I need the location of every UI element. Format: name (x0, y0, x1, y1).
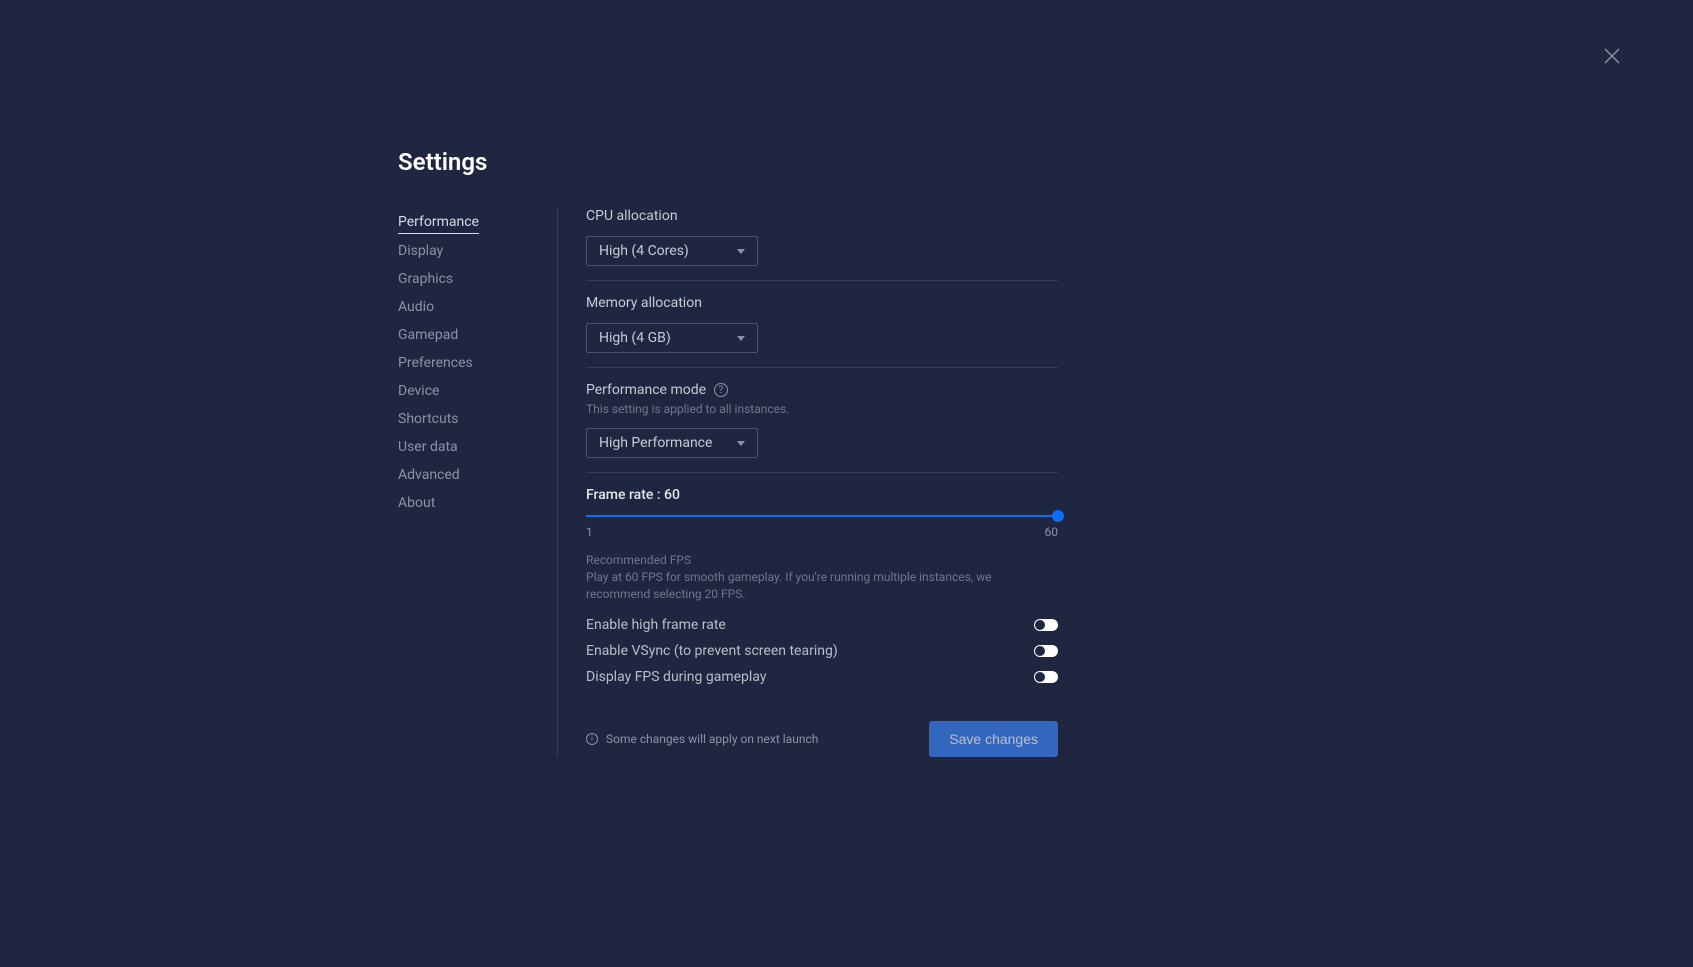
perfmode-label-text: Performance mode (586, 382, 706, 398)
sidebar-item-shortcuts[interactable]: Shortcuts (398, 405, 537, 433)
toggle-knob (1035, 620, 1045, 630)
sidebar-item-display[interactable]: Display (398, 237, 537, 265)
sidebar-item-about[interactable]: About (398, 489, 537, 517)
page-title: Settings (398, 148, 1058, 176)
memory-dropdown-value: High (4 GB) (599, 330, 671, 346)
perfmode-section: Performance mode ? This setting is appli… (586, 382, 1058, 473)
toggle-row-vsync: Enable VSync (to prevent screen tearing) (586, 643, 1058, 659)
perfmode-label: Performance mode ? (586, 382, 1058, 398)
chevron-down-icon (737, 441, 745, 446)
framerate-label: Frame rate : 60 (586, 487, 1058, 503)
toggle-label-display-fps: Display FPS during gameplay (586, 669, 766, 685)
memory-dropdown[interactable]: High (4 GB) (586, 323, 758, 353)
sidebar-item-performance[interactable]: Performance (398, 208, 479, 234)
perfmode-dropdown-value: High Performance (599, 435, 712, 451)
framerate-slider[interactable] (586, 515, 1058, 517)
slider-range-labels: 1 60 (586, 525, 1058, 539)
slider-thumb[interactable] (1052, 510, 1064, 522)
save-button[interactable]: Save changes (929, 721, 1058, 757)
toggle-high-frame[interactable] (1034, 619, 1058, 631)
sidebar-item-advanced[interactable]: Advanced (398, 461, 537, 489)
footer: i Some changes will apply on next launch… (586, 721, 1058, 757)
cpu-label: CPU allocation (586, 208, 1058, 224)
sidebar-item-graphics[interactable]: Graphics (398, 265, 537, 293)
framerate-section: Frame rate : 60 1 60 Recommended FPS Pla… (586, 487, 1058, 685)
help-icon[interactable]: ? (714, 383, 728, 397)
chevron-down-icon (737, 249, 745, 254)
toggle-knob (1035, 646, 1045, 656)
close-icon (1604, 48, 1620, 64)
toggle-knob (1035, 672, 1045, 682)
sidebar: Performance Display Graphics Audio Gamep… (398, 208, 558, 757)
toggle-vsync[interactable] (1034, 645, 1058, 657)
slider-max: 60 (1045, 525, 1059, 539)
cpu-dropdown[interactable]: High (4 Cores) (586, 236, 758, 266)
footer-note: i Some changes will apply on next launch (586, 732, 818, 746)
sidebar-item-gamepad[interactable]: Gamepad (398, 321, 537, 349)
footer-note-text: Some changes will apply on next launch (606, 732, 818, 746)
sidebar-item-device[interactable]: Device (398, 377, 537, 405)
sidebar-item-user-data[interactable]: User data (398, 433, 537, 461)
memory-label: Memory allocation (586, 295, 1058, 311)
recommended-fps-text: Play at 60 FPS for smooth gameplay. If y… (586, 569, 1058, 603)
toggle-display-fps[interactable] (1034, 671, 1058, 683)
sidebar-item-preferences[interactable]: Preferences (398, 349, 537, 377)
perfmode-subtext: This setting is applied to all instances… (586, 402, 1058, 416)
toggle-row-display-fps: Display FPS during gameplay (586, 669, 1058, 685)
info-icon: i (586, 733, 598, 745)
toggle-label-high-frame: Enable high frame rate (586, 617, 726, 633)
content-panel: CPU allocation High (4 Cores) Memory all… (558, 208, 1058, 757)
perfmode-dropdown[interactable]: High Performance (586, 428, 758, 458)
close-button[interactable] (1604, 48, 1628, 72)
slider-track (586, 515, 1058, 517)
recommended-fps-title: Recommended FPS (586, 553, 1058, 567)
chevron-down-icon (737, 336, 745, 341)
cpu-section: CPU allocation High (4 Cores) (586, 208, 1058, 281)
slider-min: 1 (586, 525, 593, 539)
sidebar-item-audio[interactable]: Audio (398, 293, 537, 321)
toggle-row-high-frame: Enable high frame rate (586, 617, 1058, 633)
memory-section: Memory allocation High (4 GB) (586, 295, 1058, 368)
toggle-label-vsync: Enable VSync (to prevent screen tearing) (586, 643, 838, 659)
cpu-dropdown-value: High (4 Cores) (599, 243, 689, 259)
